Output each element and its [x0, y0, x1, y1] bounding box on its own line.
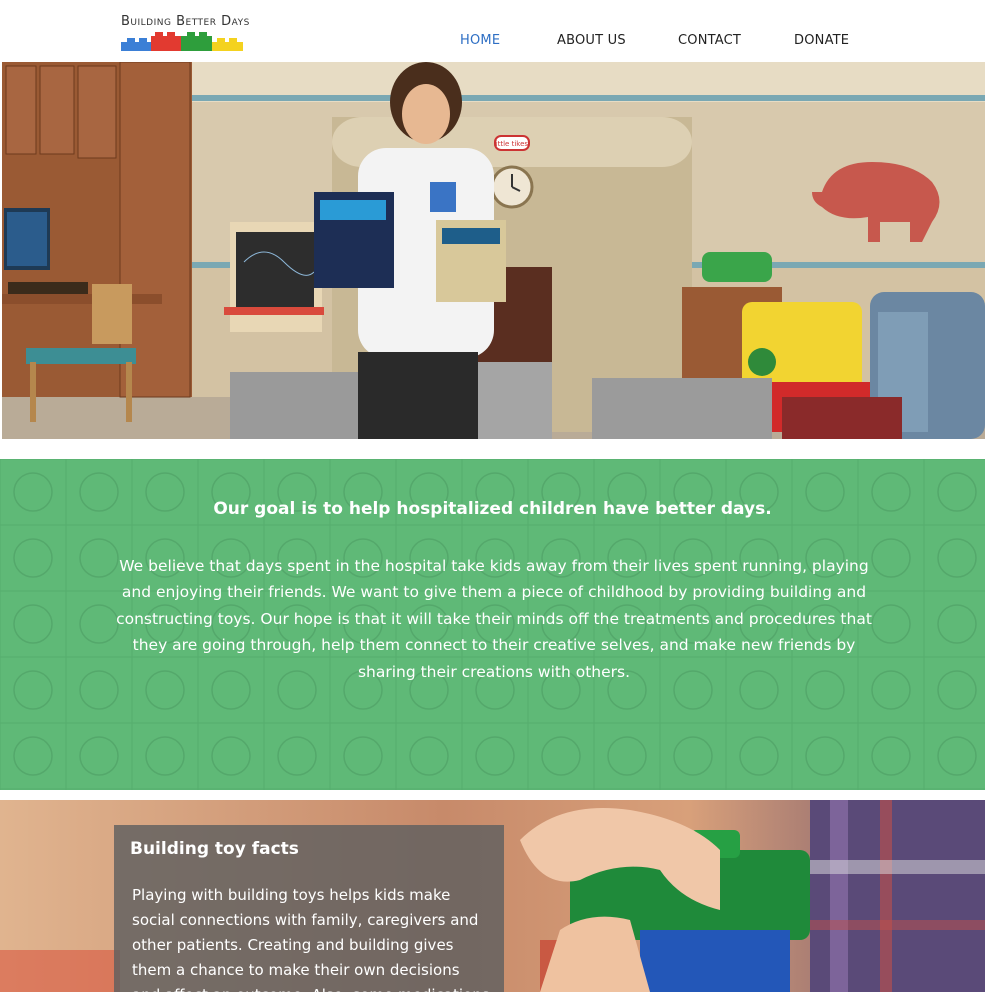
site-header: Building Better Days HOME ABOUT US CONTA… [0, 0, 985, 62]
facts-section: Building toy facts Playing with building… [0, 800, 985, 992]
mission-body: We believe that days spent in the hospit… [116, 557, 872, 681]
logo-text: Building Better Days [121, 14, 250, 29]
hero-illustration: little tikes. [2, 62, 985, 439]
playhouse-brand-label: little tikes. [494, 140, 531, 148]
mission-section: Our goal is to help hospitalized childre… [0, 459, 985, 790]
main-nav: HOME ABOUT US CONTACT DONATE [0, 33, 985, 53]
nav-contact[interactable]: CONTACT [678, 33, 741, 48]
facts-body: Playing with building toys helps kids ma… [132, 886, 490, 992]
nav-donate[interactable]: DONATE [794, 33, 849, 48]
mission-title: Our goal is to help hospitalized childre… [213, 499, 772, 519]
nav-about-us[interactable]: ABOUT US [557, 33, 626, 48]
facts-card: Building toy facts Playing with building… [114, 825, 504, 992]
hero-photo: little tikes. [2, 62, 985, 439]
facts-title: Building toy facts [130, 839, 299, 859]
nav-home[interactable]: HOME [460, 33, 500, 48]
